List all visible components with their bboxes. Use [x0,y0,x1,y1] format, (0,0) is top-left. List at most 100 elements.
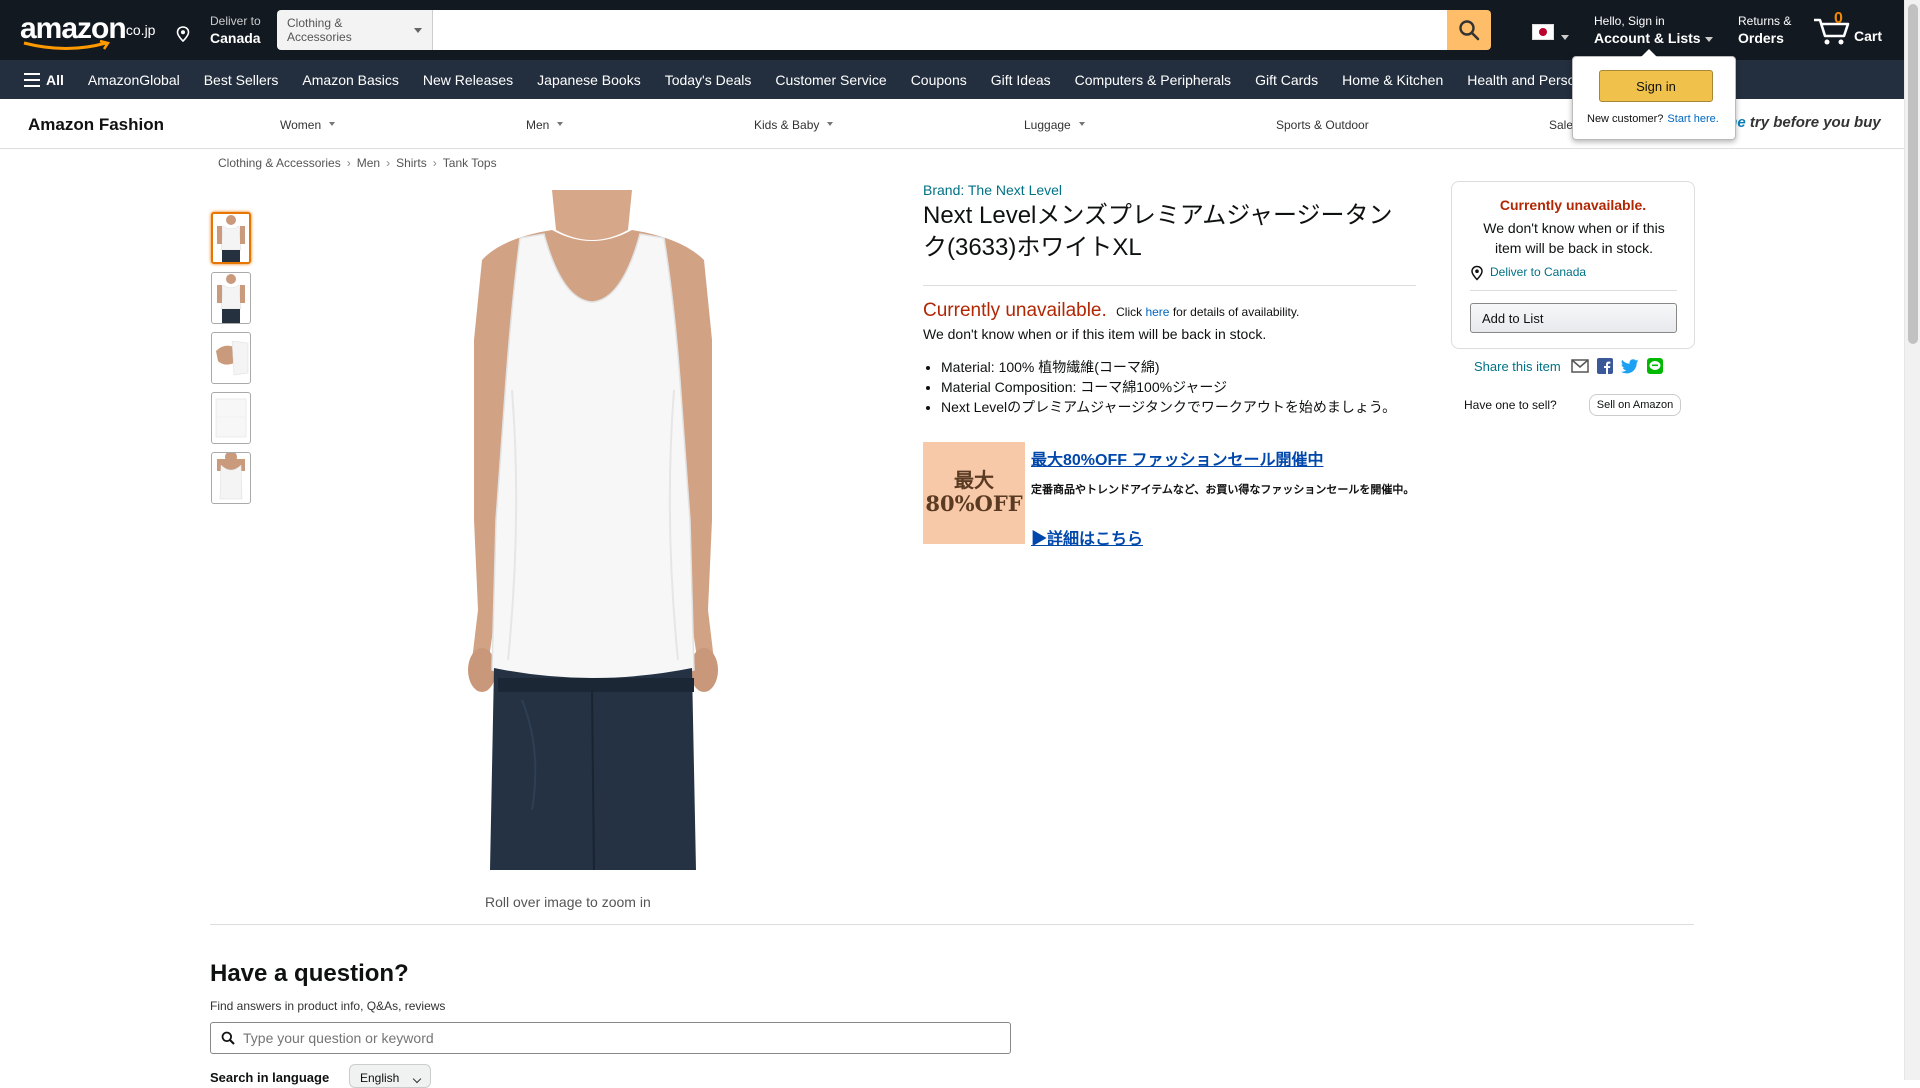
subnav-item-todays-deals[interactable]: Today's Deals [653,72,764,88]
subnav-item-gift-cards[interactable]: Gift Cards [1243,72,1330,88]
availability-details-text: for details of availability. [1172,305,1300,319]
availability-status: Currently unavailable. Click here for de… [923,300,1299,322]
new-customer-text: New customer? Start here. [1587,113,1719,125]
sign-in-button[interactable]: Sign in [1599,70,1713,102]
cart-button[interactable]: 0 Cart [1812,10,1884,48]
subnav-item-coupons[interactable]: Coupons [899,72,979,88]
thumbnail-image [213,214,249,262]
search-category-select[interactable]: Clothing & Accessories [277,10,433,50]
search-category-label: Clothing & Accessories [287,16,352,44]
japan-flag-icon[interactable] [1532,24,1554,40]
fashion-item-kids-baby[interactable]: Kids & Baby [754,118,834,132]
top-nav: amazon .co.jp Deliver to Canada Clothing… [0,0,1904,60]
thumbnail-3[interactable] [211,332,251,384]
share-label[interactable]: Share this item [1474,359,1561,374]
sale-details-link[interactable]: ▶詳細はこちら [1031,525,1143,549]
sale-badge-image[interactable]: 最大 80%OFF [923,442,1025,544]
breadcrumb-men[interactable]: Men [357,156,380,170]
subnav-item-new-releases[interactable]: New Releases [411,72,525,88]
question-section-title: Have a question? [210,960,409,987]
signin-popover: Sign in New customer? Start here. [1572,49,1736,140]
returns-orders[interactable]: Returns & Orders [1738,14,1791,46]
email-icon[interactable] [1570,359,1589,373]
sale-description: 定番商品やトレンドアイテムなど、お買い得なファッションセールを開催中。 [1031,484,1415,496]
cart-label: Cart [1854,28,1883,44]
new-customer-label: New customer? [1587,113,1664,125]
share-row: Share this item [1474,358,1663,374]
fashion-item-men[interactable]: Men [526,118,564,132]
brand-link[interactable]: Brand: The Next Level [923,182,1062,198]
fashion-item-label: Kids & Baby [754,118,820,132]
thumbnail-5[interactable] [211,452,251,504]
search-language-label: Search in language [210,1070,330,1085]
click-label: Click [1116,305,1143,319]
subnav-item-home-kitchen[interactable]: Home & Kitchen [1330,72,1455,88]
sale-badge-line2: 80%OFF [925,491,1023,516]
subnav-item-computers[interactable]: Computers & Peripherals [1063,72,1243,88]
dropdown-caret-icon [329,122,336,126]
start-here-link[interactable]: Start here. [1667,113,1718,125]
line-icon[interactable] [1646,358,1663,374]
page-scrollbar[interactable] [1904,0,1920,1080]
breadcrumb-tank-tops[interactable]: Tank Tops [443,156,497,170]
deliver-to-canada-link[interactable]: Deliver to Canada [1470,265,1587,281]
thumbnail-1[interactable] [211,212,251,264]
all-menu-button[interactable]: All [24,72,64,88]
language-caret-icon[interactable] [1561,35,1569,40]
sell-on-amazon-button[interactable]: Sell on Amazon [1589,394,1681,416]
thumbnail-2[interactable] [211,272,251,324]
deliver-link-label: Deliver to Canada [1490,265,1587,279]
facebook-icon[interactable] [1596,358,1613,374]
subnav-item-customer-service[interactable]: Customer Service [763,72,898,88]
subnav-item-amazon-basics[interactable]: Amazon Basics [290,72,410,88]
search-input[interactable] [433,10,1447,50]
subnav-item-health[interactable]: Health and Perso [1455,72,1587,88]
fashion-item-sale[interactable]: Sale [1549,118,1573,132]
returns-label: Returns & [1738,14,1792,28]
try-before-you-buy-banner[interactable]: me try before you buy [1724,114,1881,131]
subnav-item-japanese-books[interactable]: Japanese Books [525,72,653,88]
amazon-fashion-logo[interactable]: Amazon Fashion [28,115,164,135]
sale-badge-line1: 最大 [954,468,994,492]
scrollbar-thumb[interactable] [1908,4,1918,344]
subnav-item-amazonglobal[interactable]: AmazonGlobal [76,72,192,88]
deliver-to[interactable]: Deliver to Canada [176,14,261,46]
twitter-icon[interactable] [1620,358,1639,374]
subnav-item-best-sellers[interactable]: Best Sellers [192,72,291,88]
question-search-input[interactable] [243,1030,1010,1046]
smile-arrow-icon [23,40,111,50]
language-select[interactable]: English [349,1064,431,1088]
unavailable-label: Currently unavailable. [923,300,1107,321]
hamburger-menu-icon [24,72,40,87]
add-to-list-button[interactable]: Add to List [1470,303,1677,333]
search-icon [1459,20,1480,41]
breadcrumb-clothing[interactable]: Clothing & Accessories [218,156,341,170]
fashion-item-women[interactable]: Women [280,118,336,132]
chevron-down-icon [412,1074,422,1084]
sale-title-link[interactable]: 最大80%OFF ファッションセール開催中 [1031,446,1323,470]
fashion-item-luggage[interactable]: Luggage [1024,118,1085,132]
thumbnail-image [216,340,249,376]
account-lists[interactable]: Hello, Sign in Account & Lists [1594,14,1713,46]
search-icon [221,1031,235,1045]
buybox-message: We don't know when or if this item will … [1483,220,1665,256]
search-button[interactable] [1447,10,1491,50]
breadcrumb: Clothing & Accessories › Men › Shirts › … [218,156,497,170]
product-main-image[interactable] [412,190,772,870]
restock-message: We don't know when or if this item will … [923,326,1267,342]
amazon-logo[interactable]: amazon .co.jp [20,10,155,50]
thumbnail-image [217,453,245,500]
fashion-item-sports-outdoor[interactable]: Sports & Outdoor [1276,118,1369,132]
feature-bullet: Next Levelのプレミアムジャージタンクでワークアウトを始めましょう。 [941,397,1396,417]
cart-icon [1814,18,1850,45]
thumbnail-4[interactable] [211,392,251,444]
thumbnail-image [217,274,245,323]
promo-text: try before you buy [1745,114,1881,131]
buy-box: Currently unavailable. We don't know whe… [1451,181,1695,349]
breadcrumb-shirts[interactable]: Shirts [396,156,427,170]
subnav-item-gift-ideas[interactable]: Gift Ideas [979,72,1063,88]
deliver-country: Canada [210,30,261,46]
availability-details-link[interactable]: here [1145,305,1169,319]
all-label: All [46,71,64,88]
fashion-item-label: Luggage [1024,118,1071,132]
